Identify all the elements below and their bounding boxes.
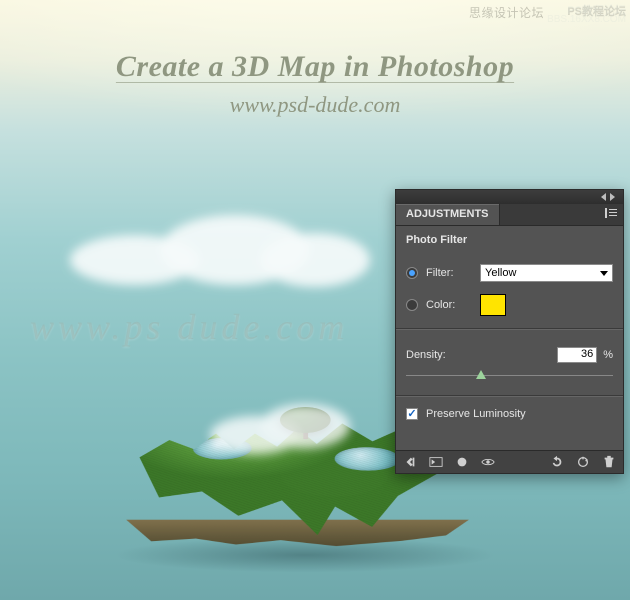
section-title: Photo Filter	[396, 226, 623, 252]
watermark-center: www.ps dude.com	[30, 306, 348, 348]
panel-menu-button[interactable]	[599, 204, 623, 225]
page-title: Create a 3D Map in Photoshop	[0, 50, 630, 84]
collapse-left-icon	[601, 193, 606, 201]
density-label: Density:	[406, 349, 446, 361]
chevron-down-icon	[600, 271, 608, 276]
watermark-top-cn: 思缘设计论坛	[469, 4, 544, 21]
color-label: Color:	[426, 299, 472, 311]
filter-row: Filter: Yellow	[406, 264, 613, 282]
trash-icon[interactable]	[601, 455, 617, 469]
panel-footer	[396, 450, 623, 473]
color-row: Color:	[406, 294, 613, 316]
cloud	[210, 400, 350, 460]
page-subtitle: www.psd-dude.com	[0, 92, 630, 118]
divider	[396, 328, 623, 329]
divider	[396, 395, 623, 396]
watermark-top-en2: BBS.16XX8.COM	[547, 14, 626, 25]
color-swatch[interactable]	[480, 294, 506, 316]
back-arrow-icon[interactable]	[402, 455, 418, 469]
adjustments-panel: ADJUSTMENTS Photo Filter Filter: Yellow …	[395, 189, 624, 474]
filter-select[interactable]: Yellow	[480, 264, 613, 282]
panel-tab-row: ADJUSTMENTS	[396, 204, 623, 226]
collapse-right-icon	[610, 193, 619, 201]
reset-icon[interactable]	[575, 455, 591, 469]
density-row: Density: 36 %	[406, 347, 613, 363]
previous-state-icon[interactable]	[549, 455, 565, 469]
filter-selected-value: Yellow	[485, 267, 516, 279]
slider-thumb-icon[interactable]	[476, 370, 486, 379]
tab-adjustments[interactable]: ADJUSTMENTS	[396, 204, 500, 225]
preserve-row: ✓ Preserve Luminosity	[406, 408, 613, 420]
density-value-input[interactable]: 36	[557, 347, 597, 363]
clip-to-layer-icon[interactable]	[454, 455, 470, 469]
checkbox-preserve-luminosity[interactable]: ✓	[406, 408, 418, 420]
expand-view-icon[interactable]	[428, 455, 444, 469]
radio-filter[interactable]	[406, 267, 418, 279]
density-unit: %	[603, 349, 613, 361]
panel-collapse-bar[interactable]	[396, 190, 623, 204]
radio-color[interactable]	[406, 299, 418, 311]
tutorial-title-block: Create a 3D Map in Photoshop www.psd-dud…	[0, 50, 630, 118]
filter-label: Filter:	[426, 267, 472, 279]
preserve-label: Preserve Luminosity	[426, 408, 526, 420]
visibility-icon[interactable]	[480, 455, 496, 469]
cloud	[70, 205, 350, 295]
density-slider[interactable]	[406, 369, 613, 383]
